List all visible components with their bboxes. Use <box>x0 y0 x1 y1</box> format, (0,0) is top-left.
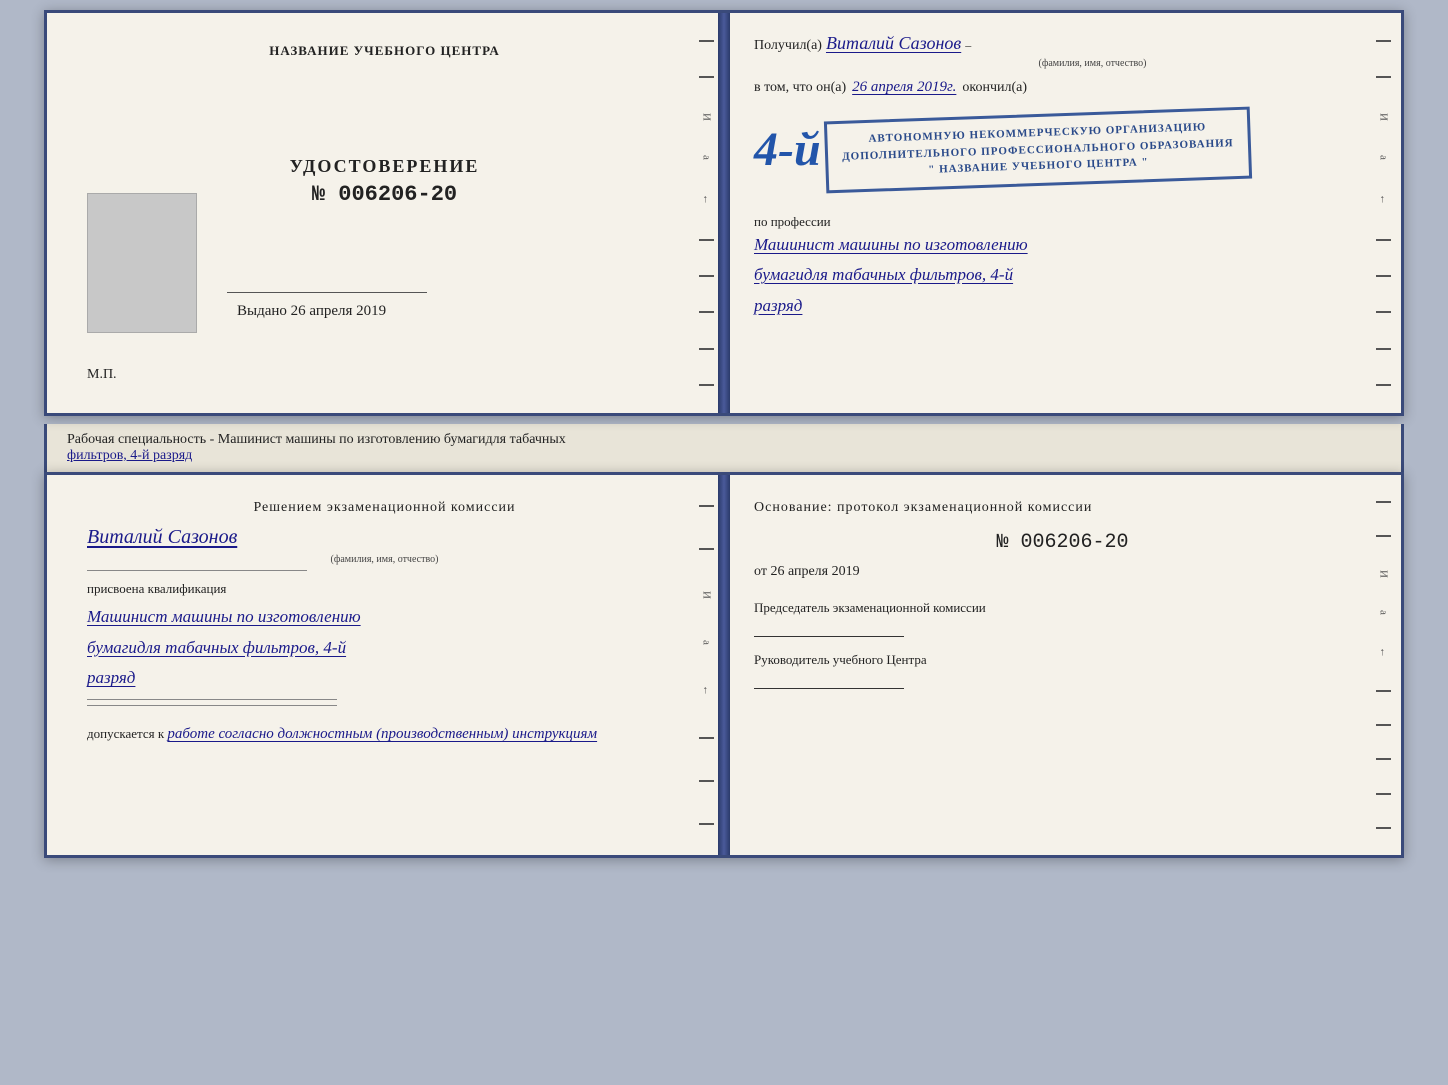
po-professii: по профессии <box>754 214 1371 230</box>
edge-letter: а <box>701 155 713 160</box>
edge-dash <box>699 40 714 42</box>
edge-dash <box>1376 535 1391 537</box>
edge-dash <box>699 76 714 78</box>
ot-date-line: от 26 апреля 2019 <box>754 564 1371 580</box>
predsedatel-block: Председатель экзаменационной комиссии <box>754 600 1371 637</box>
edge-dash <box>1376 501 1391 503</box>
training-center-header: НАЗВАНИЕ УЧЕБНОГО ЦЕНТРА <box>269 43 500 59</box>
edge-letter: И <box>701 591 713 599</box>
top-left-page: НАЗВАНИЕ УЧЕБНОГО ЦЕНТРА УДОСТОВЕРЕНИЕ №… <box>47 13 724 413</box>
specialty-prefix: Рабочая специальность - Машинист машины … <box>67 432 566 447</box>
edge-dash <box>699 384 714 386</box>
top-certificate-book: НАЗВАНИЕ УЧЕБНОГО ЦЕНТРА УДОСТОВЕРЕНИЕ №… <box>44 10 1404 416</box>
edge-dash <box>1376 311 1391 313</box>
edge-dash <box>1376 384 1391 386</box>
edge-letter: ← <box>1378 647 1390 658</box>
edge-dash <box>699 275 714 277</box>
edge-dash <box>1376 724 1391 726</box>
edge-dash <box>699 311 714 313</box>
edge-dash <box>1376 275 1391 277</box>
bottom-number: № 006206-20 <box>754 531 1371 554</box>
vtom-chto-line: в том, что он(а) 26 апреля 2019г. окончи… <box>754 79 1371 96</box>
book-spine-bottom <box>718 475 730 855</box>
specialty-underlined: фильтров, 4-й разряд <box>67 448 192 463</box>
bottom-left-page: Решением экзаменационной комиссии Витали… <box>47 475 724 855</box>
edge-letter: И <box>701 113 713 121</box>
edge-dash <box>1376 76 1391 78</box>
edge-dash <box>699 505 714 507</box>
vydano-line: Выдано 26 апреля 2019 <box>237 303 682 320</box>
rukovoditel-signature-line <box>754 688 904 689</box>
recipient-name: Виталий Сазонов <box>826 33 961 54</box>
bottom-right-page: И а ← Основание: протокол экзаменационно… <box>724 475 1401 855</box>
edge-dash <box>699 348 714 350</box>
bottom-certificate-book: Решением экзаменационной комиссии Витали… <box>44 472 1404 858</box>
edge-dash <box>1376 758 1391 760</box>
edge-dash <box>699 737 714 739</box>
prisvoyena-label: присвоена квалификация <box>87 581 682 597</box>
mp-label: М.П. <box>87 367 117 383</box>
edge-dash <box>1376 239 1391 241</box>
resheniyem-label: Решением экзаменационной комиссии <box>87 500 682 516</box>
edge-dash <box>699 780 714 782</box>
edge-dash <box>699 823 714 825</box>
vtom-date: 26 апреля 2019г. <box>852 79 956 96</box>
document-number: № 006206-20 <box>312 182 457 207</box>
profession-line1: Машинист машины по изготовлению <box>754 230 1371 261</box>
recipient-name-bottom: Виталий Сазонов <box>87 526 682 549</box>
edge-letter: а <box>701 640 713 645</box>
edge-dash <box>1376 690 1391 692</box>
rukovoditel-block: Руководитель учебного Центра <box>754 652 1371 689</box>
predsedatel-signature-line <box>754 636 904 637</box>
profession-line3: разряд <box>754 291 1371 322</box>
right-edge-decoration: И а ← <box>1366 13 1401 413</box>
dopuskaetsya-value: работе согласно должностным (производств… <box>167 726 597 742</box>
four-badge: 4-й <box>754 126 821 174</box>
edge-dash <box>1376 40 1391 42</box>
edge-letter: а <box>1378 610 1390 615</box>
edge-letter: ← <box>701 685 713 696</box>
dopuskaetsya-text: допускается к работе согласно должностны… <box>87 726 682 743</box>
rukovoditel-label: Руководитель учебного Центра <box>754 652 1371 668</box>
osnovanie-label: Основание: протокол экзаменационной коми… <box>754 500 1371 516</box>
edge-dash <box>1376 793 1391 795</box>
edge-letter: И <box>1378 570 1390 578</box>
predsedatel-label: Председатель экзаменационной комиссии <box>754 600 1371 616</box>
book-spine <box>718 13 730 413</box>
right-edge-decoration-bottom-right: И а ← <box>1366 475 1401 855</box>
qualification-line1: Машинист машины по изготовлению <box>87 602 682 633</box>
edge-letter: И <box>1378 113 1390 121</box>
profession-line2: бумагидля табачных фильтров, 4-й <box>754 260 1371 291</box>
edge-dash <box>1376 827 1391 829</box>
stamp-box: АВТОНОМНУЮ НЕКОММЕРЧЕСКУЮ ОРГАНИЗАЦИЮ ДО… <box>824 107 1252 193</box>
specialty-bar: Рабочая специальность - Машинист машины … <box>44 424 1404 472</box>
edge-letter: ← <box>1378 194 1390 205</box>
qualification-line3: разряд <box>87 663 682 694</box>
fio-hint-bottom: (фамилия, имя, отчество) <box>87 554 682 565</box>
poluchil-line: Получил(а) Виталий Сазонов – <box>754 33 1371 54</box>
edge-letter: ← <box>701 194 713 205</box>
fio-hint: (фамилия, имя, отчество) <box>814 58 1371 69</box>
qualification-line2: бумагидля табачных фильтров, 4-й <box>87 633 682 664</box>
edge-dash <box>699 239 714 241</box>
edge-letter: а <box>1378 155 1390 160</box>
edge-dash <box>1376 348 1391 350</box>
edge-dash <box>699 548 714 550</box>
document-type-label: УДОСТОВЕРЕНИЕ <box>290 156 480 177</box>
photo-placeholder <box>87 193 197 333</box>
top-right-page: И а ← Получил(а) Виталий Сазонов – (фами… <box>724 13 1401 413</box>
